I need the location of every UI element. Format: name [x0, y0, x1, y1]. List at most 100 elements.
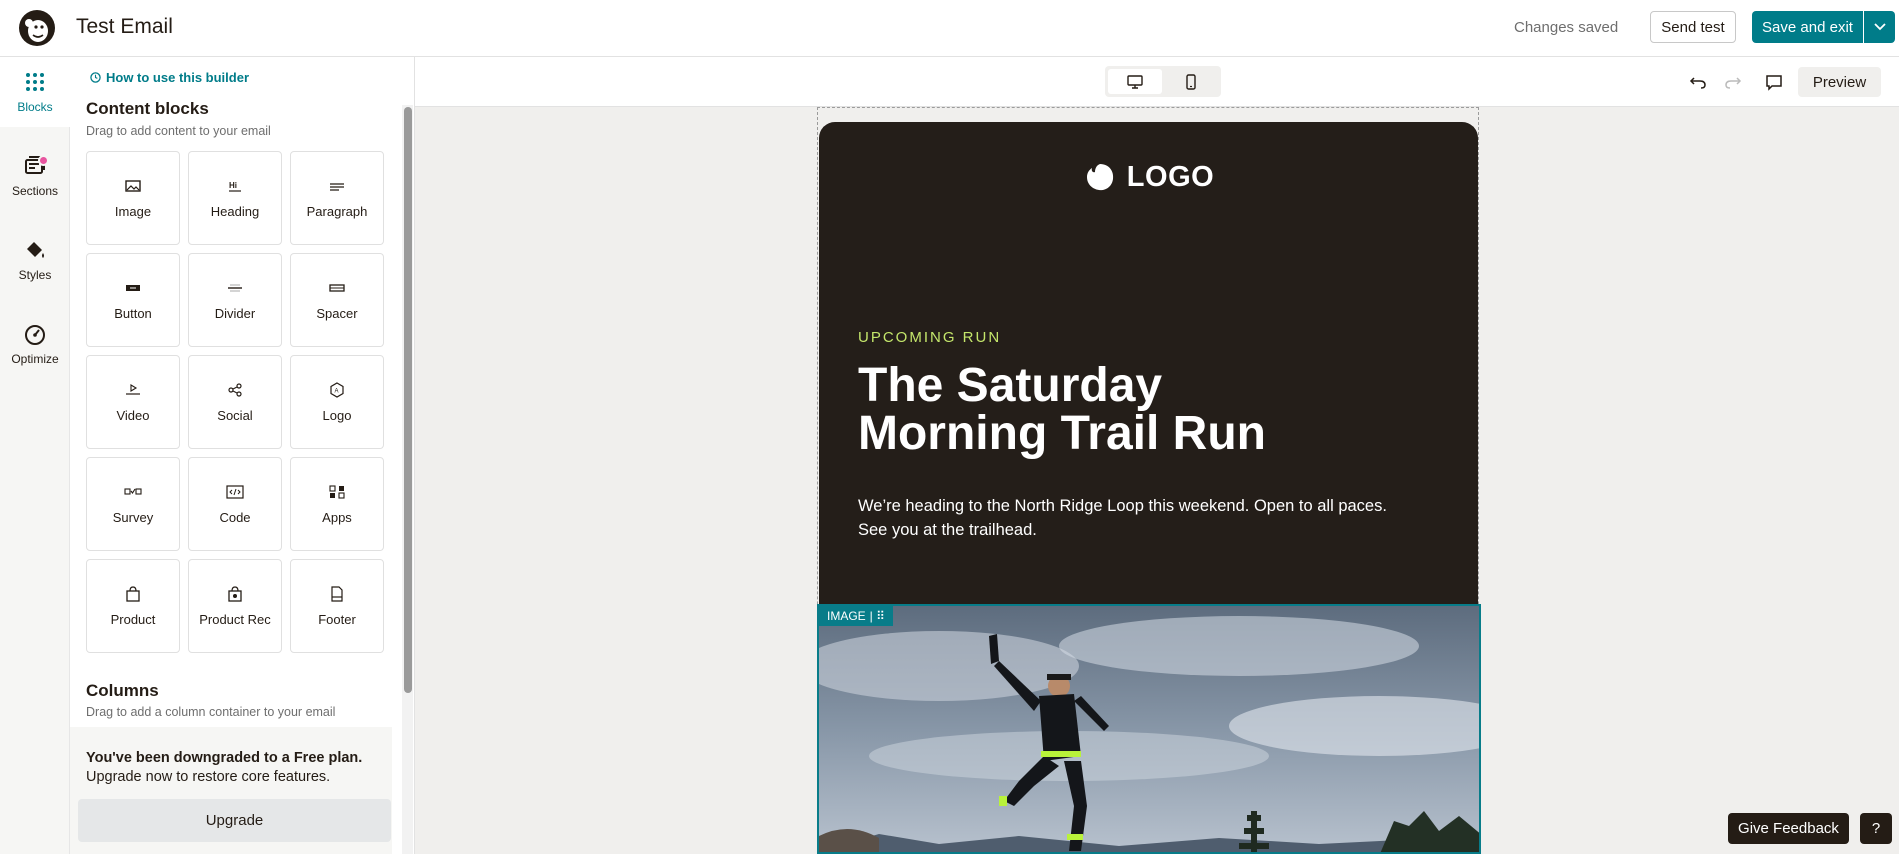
- block-label: Product Rec: [199, 611, 271, 627]
- logo-text: LOGO: [1126, 160, 1215, 193]
- device-toggle: [1105, 66, 1221, 97]
- gauge-icon: [25, 325, 45, 345]
- paragraph-icon: [330, 182, 344, 191]
- block-tile-survey[interactable]: Survey: [86, 457, 180, 551]
- block-tile-video[interactable]: Video: [86, 355, 180, 449]
- email-logo[interactable]: LOGO: [819, 160, 1478, 194]
- block-tile-spacer[interactable]: Spacer: [290, 253, 384, 347]
- mailchimp-logo-icon[interactable]: [18, 9, 56, 47]
- headline-line-2: Morning Trail Run: [858, 407, 1266, 460]
- help-circle-icon: [90, 72, 101, 83]
- block-label: Video: [116, 407, 150, 423]
- trail-runner-photo: [819, 606, 1479, 852]
- block-label: Spacer: [316, 305, 358, 321]
- top-bar: Test Email Changes saved Send test Save …: [0, 0, 1899, 57]
- comments-button[interactable]: [1762, 70, 1786, 94]
- left-nav-rail: Blocks Sections Styles Optimize: [0, 57, 70, 854]
- desktop-view-button[interactable]: [1108, 69, 1162, 94]
- eyebrow-text[interactable]: UPCOMING RUN: [858, 329, 1001, 346]
- block-tile-logo[interactable]: A Logo: [290, 355, 384, 449]
- upgrade-button[interactable]: Upgrade: [78, 799, 391, 842]
- divider-icon: [228, 284, 242, 291]
- block-tile-divider[interactable]: Divider: [188, 253, 282, 347]
- rail-item-optimize[interactable]: Optimize: [0, 309, 70, 379]
- block-tile-image[interactable]: Image: [86, 151, 180, 245]
- redo-icon: [1725, 77, 1742, 89]
- canvas-toolbar: Preview: [415, 57, 1899, 107]
- footer-icon: [331, 585, 343, 602]
- new-badge-dot: [38, 155, 49, 166]
- comment-icon: [1766, 75, 1782, 91]
- block-tile-button[interactable]: Button: [86, 253, 180, 347]
- mobile-icon: [1186, 73, 1196, 90]
- image-block-tag[interactable]: IMAGE | ⠿: [819, 606, 893, 626]
- share-icon: [228, 382, 242, 397]
- preview-button[interactable]: Preview: [1798, 67, 1881, 97]
- drag-handle-icon[interactable]: | ⠿: [870, 609, 885, 623]
- block-tile-heading[interactable]: Hi Heading: [188, 151, 282, 245]
- block-tile-product[interactable]: Product: [86, 559, 180, 653]
- how-to-use-label: How to use this builder: [106, 70, 250, 85]
- brand-logo-icon: [1086, 164, 1113, 191]
- block-label: Footer: [318, 611, 356, 627]
- rail-label-styles: Styles: [18, 268, 52, 282]
- heading-icon: Hi: [229, 181, 241, 192]
- block-tile-code[interactable]: Code: [188, 457, 282, 551]
- columns-heading: Columns: [86, 681, 159, 700]
- survey-icon: [124, 487, 142, 495]
- block-tile-paragraph[interactable]: Paragraph: [290, 151, 384, 245]
- image-tag-label: IMAGE: [827, 609, 866, 623]
- apps-icon: [329, 484, 345, 499]
- block-label: Apps: [322, 509, 352, 525]
- block-grid: Image Hi Heading Paragraph Button Divide…: [86, 151, 402, 653]
- upgrade-promo: You've been downgraded to a Free plan. U…: [70, 727, 392, 854]
- block-label: Social: [217, 407, 253, 423]
- rail-item-styles[interactable]: Styles: [0, 225, 70, 295]
- mobile-view-button[interactable]: [1164, 69, 1218, 94]
- button-icon: [126, 284, 140, 291]
- rail-item-blocks[interactable]: Blocks: [0, 57, 70, 127]
- send-test-button[interactable]: Send test: [1650, 11, 1736, 43]
- email-title[interactable]: Test Email: [76, 15, 173, 39]
- block-tile-social[interactable]: Social: [188, 355, 282, 449]
- give-feedback-button[interactable]: Give Feedback: [1728, 813, 1849, 844]
- save-status: Changes saved: [1514, 19, 1619, 36]
- block-label: Paragraph: [306, 203, 368, 219]
- chevron-down-icon: [1873, 23, 1886, 31]
- redo-button[interactable]: [1721, 70, 1745, 94]
- block-tile-product-rec[interactable]: Product Rec: [188, 559, 282, 653]
- block-tile-apps[interactable]: Apps: [290, 457, 384, 551]
- block-label: Code: [219, 509, 251, 525]
- spacer-icon: [329, 283, 345, 292]
- block-label: Button: [114, 305, 152, 321]
- body-line-2: See you at the trailhead.: [858, 521, 1037, 539]
- content-blocks-heading: Content blocks: [86, 99, 209, 118]
- body-line-1: We’re heading to the North Ridge Loop th…: [858, 497, 1387, 515]
- panel-scrollbar-thumb[interactable]: [404, 107, 412, 693]
- block-label: Image: [114, 203, 152, 219]
- undo-button[interactable]: [1686, 70, 1710, 94]
- block-label: Divider: [214, 305, 256, 321]
- paint-bucket-icon: [27, 242, 44, 258]
- block-label: Logo: [322, 407, 352, 423]
- block-label: Heading: [210, 203, 260, 219]
- headline-line-1: The Saturday: [858, 359, 1163, 412]
- svg-text:A: A: [335, 388, 339, 394]
- rail-label-optimize: Optimize: [11, 352, 59, 366]
- how-to-use-link[interactable]: How to use this builder: [90, 70, 249, 85]
- save-options-dropdown-button[interactable]: [1864, 11, 1895, 43]
- content-blocks-subtitle: Drag to add content to your email: [86, 124, 271, 138]
- rail-label-blocks: Blocks: [17, 100, 53, 114]
- email-body-text[interactable]: We’re heading to the North Ridge Loop th…: [858, 494, 1418, 542]
- save-and-exit-button[interactable]: Save and exit: [1752, 11, 1863, 43]
- email-headline[interactable]: The Saturday Morning Trail Run: [858, 362, 1418, 458]
- svg-text:Hi: Hi: [229, 181, 237, 190]
- block-tile-footer[interactable]: Footer: [290, 559, 384, 653]
- email-hero-section[interactable]: LOGO UPCOMING RUN The Saturday Morning T…: [819, 122, 1478, 605]
- email-image-block[interactable]: [817, 604, 1481, 854]
- help-button[interactable]: ?: [1860, 813, 1892, 844]
- rail-item-sections[interactable]: Sections: [0, 141, 70, 211]
- undo-icon: [1689, 77, 1706, 89]
- logo-badge-icon: A: [330, 381, 344, 398]
- video-icon: [126, 383, 140, 395]
